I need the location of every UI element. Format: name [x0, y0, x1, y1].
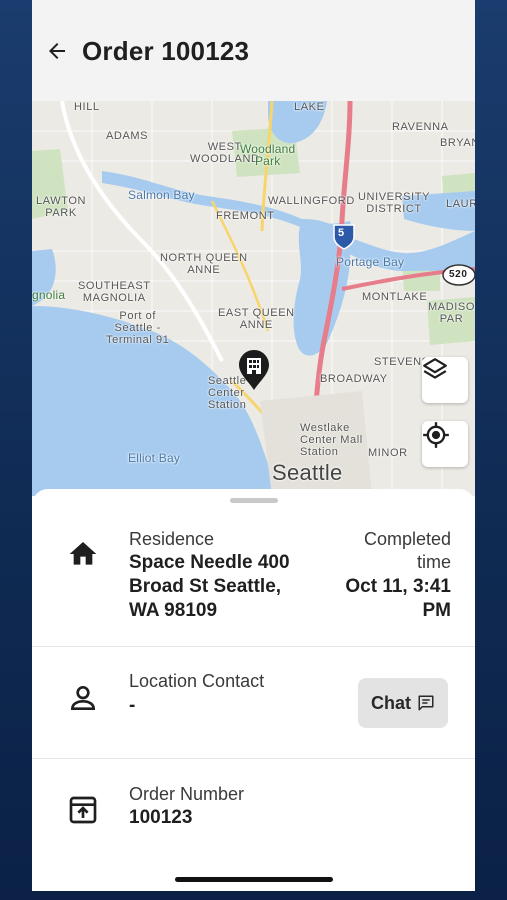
location-contact-value: -	[129, 695, 136, 716]
page-title: Order 100123	[82, 36, 250, 66]
completed-time-value-2: PM	[422, 600, 452, 621]
map-label-fremont: FREMONT	[216, 210, 275, 222]
map-label-elliot-bay: Elliot Bay	[128, 451, 181, 465]
completed-time-value-1: Oct 11, 3:41	[345, 576, 451, 597]
address-line-2: Broad St Seattle,	[129, 576, 282, 597]
residence-row: Residence Space Needle 400 Broad St Seat…	[32, 509, 475, 647]
layers-icon	[423, 358, 447, 379]
order-number-row: Order Number 100123	[32, 759, 475, 869]
map-label-southeast-magnolia: SOUTHEAST MAGNOLIA	[78, 280, 151, 304]
crosshair-location-icon	[423, 422, 449, 448]
map-label-hill: HILL	[74, 101, 100, 113]
arrow-left-icon	[49, 43, 65, 59]
map-label-lawton-park: LAWTON PARK	[36, 195, 87, 219]
order-details-sheet: Residence Space Needle 400 Broad St Seat…	[32, 489, 475, 891]
map-label-i5: 5	[338, 227, 345, 239]
map-label-ravenna: RAVENNA	[392, 121, 449, 133]
chat-button-label: Chat	[371, 692, 411, 713]
map-label-east-queen-anne: EAST QUEEN ANNE	[218, 307, 295, 331]
map-label-woodland-park: Woodland Park	[240, 142, 296, 168]
map-label-university-district: UNIVERSITY DISTRICT	[358, 191, 431, 215]
map-label-broadway: BROADWAY	[320, 373, 388, 385]
map-label-salmon-bay: Salmon Bay	[128, 188, 195, 202]
my-location-button[interactable]	[422, 421, 468, 467]
order-number-value: 100123	[129, 807, 193, 828]
building-pin-icon	[239, 350, 269, 390]
completed-time-label-1: Completed	[363, 529, 451, 549]
phone-screen: Order 100123 HILL LAKE ADAMS WEST WOODLA…	[32, 0, 475, 891]
map-label-north-queen-anne: NORTH QUEEN ANNE	[160, 252, 248, 276]
map-label-madison: MADISO PAR	[428, 301, 475, 325]
home-icon	[66, 537, 100, 571]
home-indicator[interactable]	[175, 877, 333, 882]
map-label-bryant: BRYAN	[440, 137, 475, 149]
chat-bubble-icon	[418, 695, 434, 711]
app-header: Order 100123	[32, 0, 475, 101]
map-label-wallingford: WALLINGFORD	[268, 195, 355, 207]
map-label-lake: LAKE	[294, 101, 325, 113]
map-label-portage-bay: Portage Bay	[336, 255, 405, 269]
person-icon	[66, 681, 100, 715]
map-label-minor: MINOR	[368, 447, 408, 459]
map-layers-button[interactable]	[422, 357, 468, 403]
location-contact-label: Location Contact	[129, 671, 265, 691]
map-label-montlake: MONTLAKE	[362, 291, 428, 303]
map-label-magnolia: gnolia	[32, 288, 66, 302]
map-label-laur: LAUR	[446, 198, 475, 210]
chat-button[interactable]: Chat	[358, 678, 448, 728]
completed-time-label-2: time	[416, 552, 451, 572]
residence-label: Residence	[129, 529, 215, 549]
map-label-sr520: 520	[449, 269, 468, 280]
map-label-port-of-seattle: Port of Seattle - Terminal 91	[106, 310, 170, 346]
archive-upload-icon	[66, 793, 100, 827]
map-view[interactable]: HILL LAKE ADAMS WEST WOODLAND Woodland P…	[32, 101, 475, 496]
address-line-3: WA 98109	[129, 600, 218, 621]
order-number-label: Order Number	[129, 784, 245, 804]
sheet-drag-handle[interactable]	[230, 498, 278, 503]
map-label-westlake: Westlake Center Mall Station	[300, 422, 363, 458]
address-line-1: Space Needle 400	[129, 552, 290, 573]
map-label-adams: ADAMS	[106, 130, 149, 142]
back-button[interactable]	[42, 36, 72, 66]
map-label-seattle: Seattle	[272, 460, 343, 485]
